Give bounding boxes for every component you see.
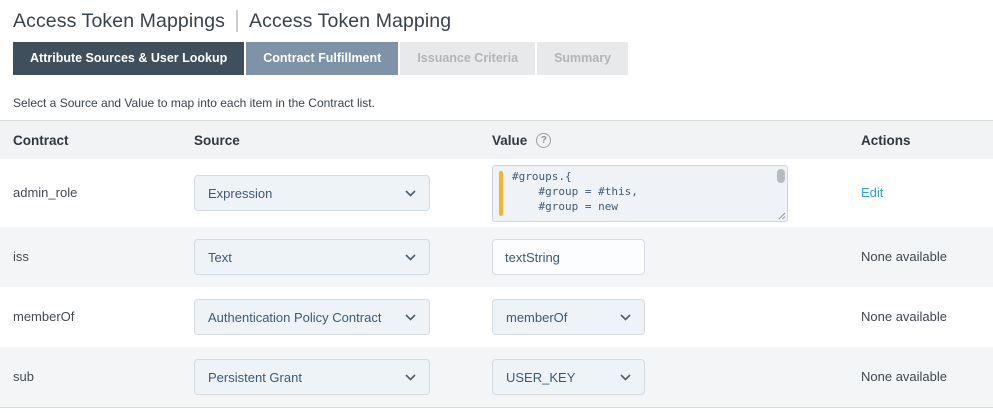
table-row: sub Persistent Grant USER_KEY None avail… xyxy=(0,347,993,407)
no-actions-text: None available xyxy=(861,249,947,264)
column-header-contract: Contract xyxy=(0,133,194,148)
expression-accent-bar xyxy=(499,171,503,216)
resize-handle-icon[interactable] xyxy=(777,211,786,220)
page-subtitle: Access Token Mapping xyxy=(249,10,451,33)
tab-attribute-sources-user-lookup[interactable]: Attribute Sources & User Lookup xyxy=(13,42,244,75)
tab-summary: Summary xyxy=(537,42,628,75)
table-header-row: Contract Source Value ? Actions xyxy=(0,121,993,159)
source-select-value: Text xyxy=(208,250,232,265)
table-body: admin_role Expression #groups.{ #group =… xyxy=(0,159,993,407)
help-icon[interactable]: ? xyxy=(536,133,551,148)
contract-attribute-label: sub xyxy=(13,369,34,384)
contract-attribute-label: memberOf xyxy=(13,309,74,324)
table-row: admin_role Expression #groups.{ #group =… xyxy=(0,159,993,227)
value-select-value: memberOf xyxy=(506,310,567,325)
title-separator xyxy=(236,10,238,32)
contract-attribute-label: iss xyxy=(13,249,29,264)
column-header-source: Source xyxy=(194,133,492,148)
tab-bar: Attribute Sources & User Lookup Contract… xyxy=(13,42,980,75)
table-row: iss Text None available xyxy=(0,227,993,287)
contract-attribute-label: admin_role xyxy=(13,185,77,200)
value-text-input[interactable] xyxy=(492,239,645,275)
breadcrumb-parent-title: Access Token Mappings xyxy=(13,10,225,33)
chevron-down-icon xyxy=(620,314,631,321)
table-row: memberOf Authentication Policy Contract … xyxy=(0,287,993,347)
source-select-value: Persistent Grant xyxy=(208,370,302,385)
column-header-value: Value ? xyxy=(492,133,861,148)
tab-contract-fulfillment[interactable]: Contract Fulfillment xyxy=(246,42,398,75)
chevron-down-icon xyxy=(405,314,416,321)
value-header-label: Value xyxy=(492,133,527,148)
value-select[interactable]: USER_KEY xyxy=(492,359,645,395)
contract-fulfillment-table: Contract Source Value ? Actions admin_ro… xyxy=(0,120,993,408)
chevron-down-icon xyxy=(405,254,416,261)
source-select-value: Expression xyxy=(208,186,272,201)
page-title: Access Token Mappings Access Token Mappi… xyxy=(0,6,993,36)
value-select[interactable]: memberOf xyxy=(492,299,645,335)
no-actions-text: None available xyxy=(861,309,947,324)
source-select[interactable]: Persistent Grant xyxy=(194,359,430,395)
column-header-actions: Actions xyxy=(861,133,993,148)
source-select[interactable]: Authentication Policy Contract xyxy=(194,299,430,335)
chevron-down-icon xyxy=(620,374,631,381)
value-select-value: USER_KEY xyxy=(506,370,575,385)
access-token-mapping-page: Access Token Mappings Access Token Mappi… xyxy=(0,0,993,408)
expression-value-editor[interactable]: #groups.{ #group = #this, #group = new xyxy=(492,165,788,222)
no-actions-text: None available xyxy=(861,369,947,384)
source-select[interactable]: Expression xyxy=(194,175,430,211)
source-select[interactable]: Text xyxy=(194,239,430,275)
source-select-value: Authentication Policy Contract xyxy=(208,310,381,325)
scrollbar-thumb[interactable] xyxy=(777,169,785,183)
edit-link[interactable]: Edit xyxy=(861,185,883,200)
instruction-text: Select a Source and Value to map into ea… xyxy=(13,96,980,110)
tab-issuance-criteria: Issuance Criteria xyxy=(400,42,535,75)
chevron-down-icon xyxy=(405,190,416,197)
chevron-down-icon xyxy=(405,374,416,381)
expression-code-text: #groups.{ #group = #this, #group = new xyxy=(493,166,787,214)
